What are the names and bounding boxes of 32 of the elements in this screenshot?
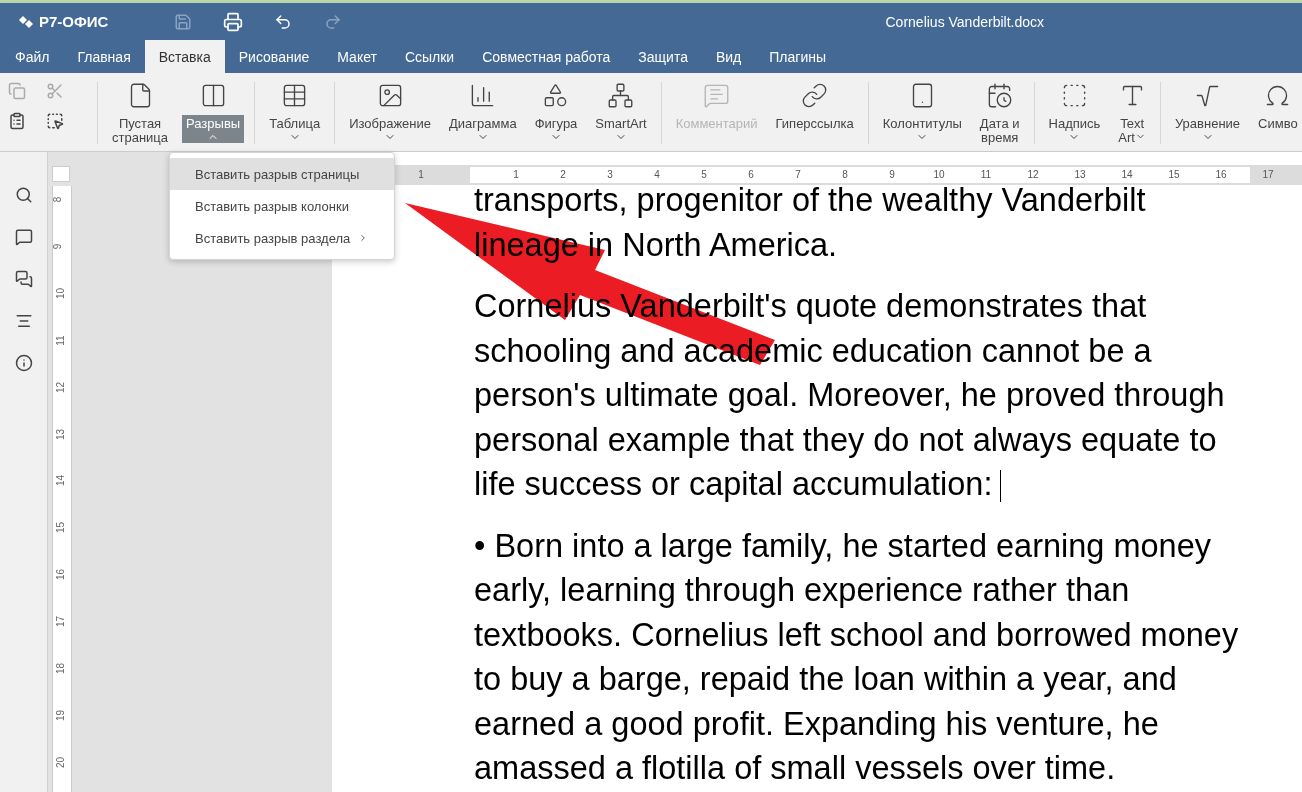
toolbar-button[interactable]: Изображение bbox=[345, 115, 436, 143]
toolbar-button[interactable]: Диаграмма bbox=[445, 115, 521, 143]
menu-tab[interactable]: Вставка bbox=[144, 40, 225, 73]
menu-tab[interactable]: Рисование bbox=[224, 40, 324, 73]
toolbar-button[interactable]: SmartArt bbox=[591, 115, 651, 143]
toolbar-button[interactable]: Гиперссылка bbox=[771, 115, 858, 131]
toolbar-button[interactable]: Надпись bbox=[1044, 115, 1105, 143]
menu-item[interactable]: Вставить разрыв раздела bbox=[170, 222, 394, 254]
menu-tab[interactable]: Совместная работа bbox=[468, 40, 625, 73]
menu-item[interactable]: Вставить разрыв страницы bbox=[170, 158, 394, 190]
menu-item[interactable]: Вставить разрыв колонки bbox=[170, 190, 394, 222]
paragraph: • Born into a large family, he started earning money early, learning through experience rather than textbooks. Cornelius left school and borrowed money to buy a barge, repaid the loan within a year, and earned a good profit. Expanding his venture, he amassed a flotilla of small vessels over time. bbox=[474, 526, 1240, 788]
toolbar-button[interactable]: Симво bbox=[1254, 115, 1302, 131]
toolbar-button[interactable]: Таблица bbox=[265, 115, 325, 143]
menu-tab[interactable]: Плагины bbox=[755, 40, 840, 73]
menu-tab[interactable]: Макет bbox=[323, 40, 391, 73]
vertical-ruler: 8 9 10 11 12 13 14 15 16 17 18 19 20 bbox=[52, 186, 72, 792]
toolbar-button[interactable]: Пустая страница bbox=[108, 115, 173, 145]
menu-tab[interactable]: Ссылки bbox=[390, 40, 469, 73]
menu-tab[interactable]: Главная bbox=[63, 40, 145, 73]
toolbar-button[interactable]: Фигура bbox=[530, 115, 582, 143]
document-title: Cornelius Vanderbilt.docx bbox=[885, 13, 1044, 30]
toolbar-button[interactable]: Text Art bbox=[1114, 115, 1150, 145]
toolbar-button[interactable]: Разрывы bbox=[182, 115, 245, 143]
toolbar-button[interactable]: Колонтитулы bbox=[878, 115, 966, 143]
menu-tab[interactable]: Защита bbox=[624, 40, 702, 73]
horizontal-ruler: 1 1 2 3 4 5 6 7 8 9 10 11 12 13 14 15 16 17 bbox=[395, 165, 1302, 185]
toolbar-button[interactable]: Уравнение bbox=[1170, 115, 1245, 143]
toolbar-button[interactable]: Дата и время bbox=[975, 115, 1024, 145]
menu-tab[interactable]: Вид bbox=[701, 40, 756, 73]
menu-tab[interactable]: Файл bbox=[1, 40, 64, 73]
app-logo: Р7-ОФИС bbox=[18, 13, 158, 30]
